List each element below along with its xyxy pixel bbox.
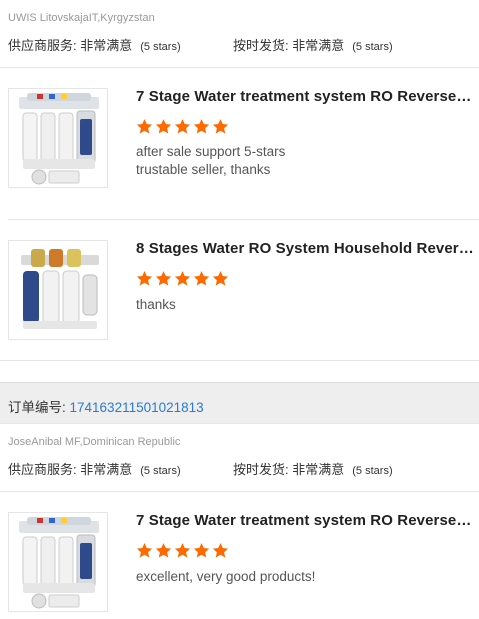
water-filter-image — [19, 93, 99, 185]
shipping-value: 非常满意 — [292, 462, 345, 477]
product-rating-stars — [136, 270, 229, 287]
divider — [0, 67, 479, 68]
feedback-text: trustable seller, thanks — [136, 162, 271, 177]
product-thumbnail[interactable] — [8, 240, 108, 340]
shipping-rating: 按时发货: 非常满意 (5 stars) — [233, 459, 393, 478]
order-number-label: 订单编号: — [8, 400, 70, 415]
seller-service-value: 非常满意 — [80, 38, 133, 53]
feedback-text: excellent, very good products! — [136, 569, 316, 584]
star-icon — [136, 543, 153, 558]
star-icon — [136, 271, 153, 286]
water-filter-image — [19, 517, 99, 609]
seller-service-rating: 供应商服务: 非常满意 (5 stars) — [8, 35, 181, 54]
seller-service-value: 非常满意 — [80, 462, 133, 477]
star-icon — [212, 271, 229, 286]
shipping-label: 按时发货: — [233, 462, 289, 477]
star-icon — [155, 543, 172, 558]
shipping-label: 按时发货: — [233, 38, 289, 53]
seller-service-label: 供应商服务: — [8, 462, 77, 477]
divider — [0, 491, 479, 492]
product-thumbnail[interactable] — [8, 512, 108, 612]
star-icon — [174, 271, 191, 286]
product-thumbnail[interactable] — [8, 88, 108, 188]
feedback-text: after sale support 5-stars — [136, 144, 286, 159]
star-icon — [174, 119, 191, 134]
order-number: 订单编号: 174163211501021813 — [8, 396, 204, 416]
seller-ratings: 供应商服务: 非常满意 (5 stars) 按时发货: 非常满意 (5 stars) — [8, 459, 393, 478]
product-title[interactable]: 7 Stage Water treatment system RO Revers… — [136, 88, 474, 105]
star-icon — [155, 271, 172, 286]
product-title[interactable]: 7 Stage Water treatment system RO Revers… — [136, 512, 474, 529]
seller-service-label: 供应商服务: — [8, 38, 77, 53]
product-title[interactable]: 8 Stages Water RO System Household Rever… — [136, 240, 474, 257]
product-rating-stars — [136, 542, 229, 559]
buyer-info: JoseAnibal MF,Dominican Republic — [8, 436, 181, 448]
shipping-stars: (5 stars) — [352, 41, 393, 53]
divider — [8, 219, 479, 220]
shipping-stars: (5 stars) — [352, 465, 393, 477]
star-icon — [212, 119, 229, 134]
star-icon — [136, 119, 153, 134]
feedback-text: thanks — [136, 297, 176, 312]
star-icon — [155, 119, 172, 134]
divider — [0, 360, 479, 361]
star-icon — [193, 271, 210, 286]
order-number-link[interactable]: 174163211501021813 — [70, 400, 204, 415]
star-icon — [193, 543, 210, 558]
seller-service-rating: 供应商服务: 非常满意 (5 stars) — [8, 459, 181, 478]
buyer-info: UWIS LitovskajaIT,Kyrgyzstan — [8, 12, 155, 24]
shipping-rating: 按时发货: 非常满意 (5 stars) — [233, 35, 393, 54]
star-icon — [174, 543, 191, 558]
seller-ratings: 供应商服务: 非常满意 (5 stars) 按时发货: 非常满意 (5 stars) — [8, 35, 393, 54]
product-rating-stars — [136, 118, 229, 135]
star-icon — [193, 119, 210, 134]
seller-service-stars: (5 stars) — [140, 465, 181, 477]
shipping-value: 非常满意 — [292, 38, 345, 53]
order-number-bar: 订单编号: 174163211501021813 — [0, 382, 479, 424]
seller-service-stars: (5 stars) — [140, 41, 181, 53]
water-filter-image — [21, 249, 99, 329]
star-icon — [212, 543, 229, 558]
